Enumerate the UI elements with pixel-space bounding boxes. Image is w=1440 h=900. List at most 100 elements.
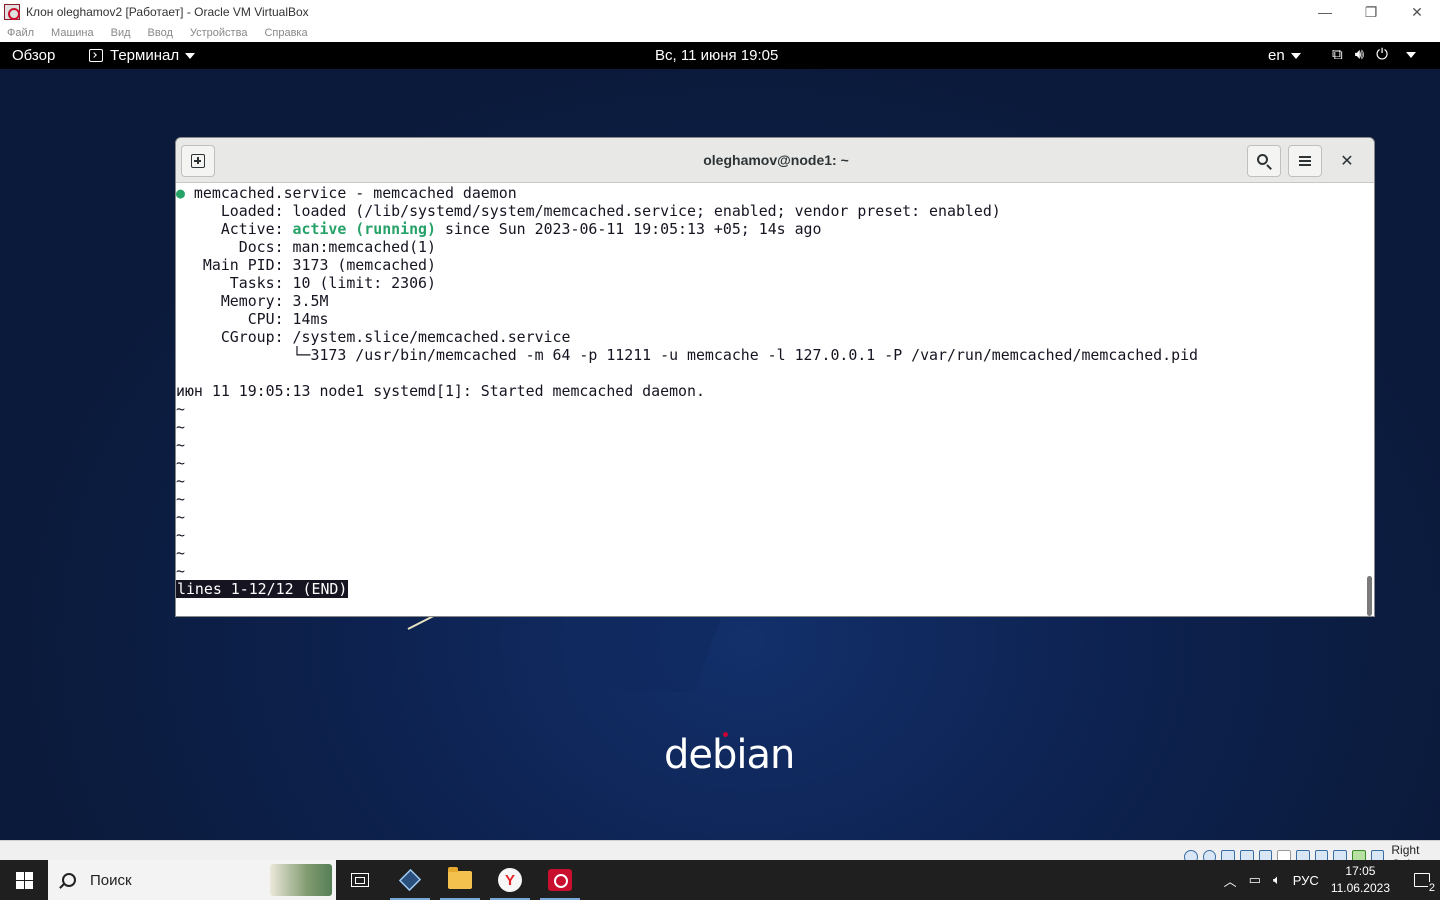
virtualbox-statusbar: Right Ctrl: [0, 840, 1440, 871]
menu-machine[interactable]: Машина: [51, 27, 94, 39]
terminal-title: oleghamov@node1: ~: [703, 152, 849, 168]
virtualbox-icon: [398, 868, 422, 892]
minimize-button[interactable]: —: [1302, 0, 1348, 24]
menu-devices[interactable]: Устройства: [190, 27, 248, 39]
terminal-icon: [89, 49, 103, 62]
menu-file[interactable]: Файл: [7, 27, 34, 39]
host-titlebar: Клон oleghamov2 [Работает] - Oracle VM V…: [0, 0, 1440, 24]
network-icon[interactable]: ▭: [1249, 872, 1261, 888]
notification-center-button[interactable]: 2: [1404, 860, 1440, 900]
terminal-line: CGroup: /system.slice/memcached.service: [176, 328, 571, 346]
terminal-line: июн 11 19:05:13 node1 systemd[1]: Starte…: [176, 382, 705, 400]
taskbar-virtualbox-manager[interactable]: [386, 860, 434, 900]
gnome-top-bar: Обзор Терминал Вс, 11 июня 19:05 en ⧉ 🔊︎…: [0, 42, 1440, 69]
search-icon: [1257, 154, 1268, 165]
chevron-down-icon: [1290, 52, 1301, 59]
power-icon: ⏻: [1376, 46, 1389, 63]
chevron-down-icon: [185, 52, 196, 59]
terminal-line: └─3173 /usr/bin/memcached -m 64 -p 11211…: [176, 346, 1199, 364]
taskbar-search[interactable]: Поиск: [48, 860, 336, 900]
taskbar-time: 17:05: [1345, 864, 1376, 878]
taskbar-date: 11.06.2023: [1330, 881, 1390, 895]
terminal-line: Active: active (running) since Sun 2023-…: [176, 220, 822, 238]
terminal-line: Main PID: 3173 (memcached): [176, 256, 436, 274]
debian-logo: debian: [664, 732, 795, 778]
terminal-line-text: Active:: [176, 220, 293, 238]
terminal-line-text: memcached.service - memcached daemon: [184, 184, 517, 202]
virtualbox-icon: [4, 4, 20, 20]
chevron-down-icon: [1406, 51, 1417, 58]
hamburger-menu-icon: [1299, 156, 1311, 166]
search-highlight-image: [270, 864, 332, 896]
terminal-window[interactable]: oleghamov@node1: ~ ✕ ● memcached.service…: [175, 137, 1375, 617]
taskbar-yandex-browser[interactable]: Y: [486, 860, 534, 900]
windows-logo-icon: [15, 871, 33, 889]
activities-button[interactable]: Обзор: [12, 47, 55, 64]
app-menu-label: Терминал: [110, 47, 180, 64]
system-status-menu[interactable]: ⧉ 🔊︎ ⏻: [1332, 46, 1428, 63]
terminal-output[interactable]: ● memcached.service - memcached daemon L…: [176, 184, 1364, 616]
start-button[interactable]: [0, 860, 48, 900]
scrollbar-thumb[interactable]: [1367, 576, 1372, 616]
terminal-line: ~: [176, 508, 185, 526]
terminal-line-text: since Sun 2023-06-11 19:05:13 +05; 14s a…: [436, 220, 822, 238]
pager-status-text: lines 1-12/12 (END): [176, 580, 349, 598]
menu-view[interactable]: Вид: [111, 27, 131, 39]
app-menu-button[interactable]: Терминал: [89, 47, 196, 64]
gnome-clock[interactable]: Вс, 11 июня 19:05: [655, 47, 778, 64]
terminal-menu-button[interactable]: [1288, 145, 1322, 177]
folder-icon: [448, 867, 472, 889]
terminal-headerbar[interactable]: oleghamov@node1: ~ ✕: [176, 138, 1374, 183]
taskbar-vm-window[interactable]: [536, 860, 584, 900]
taskbar-search-placeholder: Поиск: [90, 871, 132, 889]
network-icon: ⧉: [1332, 46, 1343, 63]
debian-logo-dot: [723, 732, 728, 737]
taskbar-file-explorer[interactable]: [436, 860, 484, 900]
keyboard-layout-button[interactable]: en: [1268, 47, 1301, 64]
yandex-browser-icon: Y: [498, 868, 522, 892]
host-menubar: Файл Машина Вид Ввод Устройства Справка: [0, 24, 1440, 42]
terminal-line: ~: [176, 490, 185, 508]
pager-status-line: lines 1-12/12 (END): [176, 580, 349, 598]
terminal-line: ~: [176, 562, 185, 580]
show-hidden-icons-chevron-icon[interactable]: ︿: [1224, 871, 1237, 890]
terminal-close-button[interactable]: ✕: [1336, 150, 1358, 172]
terminal-search-button[interactable]: [1247, 145, 1281, 177]
terminal-line: ~: [176, 400, 185, 418]
terminal-line: Docs: man:memcached(1): [176, 238, 436, 256]
system-tray: ︿ ▭ 🔈︎ РУС 17:05 11.06.2023 2: [1224, 860, 1440, 900]
window-controls: — ❐ ✕: [1302, 0, 1440, 24]
restore-button[interactable]: ❐: [1348, 0, 1394, 24]
terminal-line: CPU: 14ms: [176, 310, 329, 328]
search-icon: [62, 873, 76, 887]
taskbar-clock[interactable]: 17:05 11.06.2023: [1331, 863, 1390, 897]
keyboard-layout-label: en: [1268, 47, 1285, 64]
terminal-line: ~: [176, 418, 185, 436]
task-view-button[interactable]: [336, 860, 384, 900]
notification-count: 2: [1427, 882, 1436, 894]
host-window-title: Клон oleghamov2 [Работает] - Oracle VM V…: [26, 5, 309, 19]
windows-taskbar: Поиск Y ︿ ▭ 🔈︎ РУС 17:05 11.06.2023 2: [0, 860, 1440, 900]
active-status-text: active (running): [292, 220, 436, 238]
terminal-line: ~: [176, 472, 185, 490]
terminal-line: Memory: 3.5M: [176, 292, 329, 310]
volume-icon[interactable]: 🔈︎: [1273, 872, 1281, 888]
task-view-icon: [351, 873, 369, 887]
guest-display[interactable]: debian Обзор Терминал Вс, 11 июня 19:05 …: [0, 42, 1440, 840]
vm-window-icon: [548, 869, 572, 891]
terminal-line: ~: [176, 436, 185, 454]
debian-logo-text: debian: [664, 732, 795, 778]
menu-input[interactable]: Ввод: [148, 27, 173, 39]
service-status-dot: ●: [176, 184, 185, 202]
terminal-line: Tasks: 10 (limit: 2306): [176, 274, 436, 292]
input-language-indicator[interactable]: РУС: [1293, 873, 1319, 888]
terminal-line: ~: [176, 544, 185, 562]
volume-icon: 🔊︎: [1354, 46, 1365, 63]
terminal-line: ● memcached.service - memcached daemon: [176, 184, 517, 202]
terminal-line: Loaded: loaded (/lib/systemd/system/memc…: [176, 202, 1001, 220]
close-button[interactable]: ✕: [1394, 0, 1440, 24]
terminal-line: ~: [176, 454, 185, 472]
menu-help[interactable]: Справка: [264, 27, 307, 39]
terminal-scrollbar[interactable]: [1365, 184, 1374, 616]
terminal-line: ~: [176, 526, 185, 544]
